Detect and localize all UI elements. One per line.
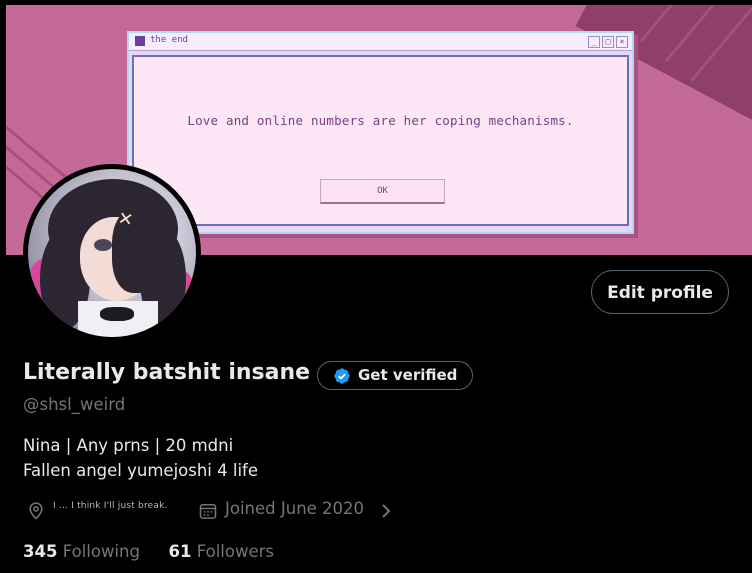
avatar[interactable]: ✕ [23, 164, 201, 342]
dialog-ok-button: OK [320, 179, 445, 204]
avatar-bow [100, 307, 134, 321]
dialog-titlebar: the end _ □ × [129, 33, 632, 51]
verified-badge-icon [334, 368, 350, 384]
banner-edge [0, 0, 752, 5]
location-pin-icon [29, 502, 43, 520]
follow-stats: 345 Following 61 Followers [23, 542, 274, 561]
location-text: I ... I think I'll just break. [53, 501, 168, 511]
avatar-image: ✕ [28, 169, 196, 337]
followers-count: 61 [168, 542, 192, 561]
followers-link[interactable]: 61 Followers [168, 542, 274, 561]
get-verified-button[interactable]: Get verified [317, 361, 473, 390]
following-link[interactable]: 345 Following [23, 542, 145, 561]
following-label: Following [62, 542, 140, 561]
bio-line: Nina | Any prns | 20 mdni [23, 436, 234, 455]
banner-edge [0, 0, 6, 255]
profile-meta: I ... I think I'll just break. Joined Ju… [23, 498, 723, 526]
minimize-icon: _ [588, 36, 600, 48]
maximize-icon: □ [602, 36, 614, 48]
bio-line: Fallen angel yumejoshi 4 life [23, 461, 259, 480]
calendar-icon [199, 504, 217, 519]
dialog-title: the end [150, 35, 188, 45]
display-name: Literally batshit insane [23, 360, 311, 385]
edit-profile-button[interactable]: Edit profile [591, 270, 729, 314]
user-handle: @shsl_weird [23, 395, 126, 414]
followers-label: Followers [196, 542, 274, 561]
bio: Nina | Any prns | 20 mdni Fallen angel y… [23, 433, 258, 483]
joined-date: Joined June 2020 [225, 499, 365, 518]
close-icon: × [616, 36, 628, 48]
avatar-eye [94, 239, 112, 251]
dialog-body: Love and online numbers are her coping m… [132, 55, 629, 226]
get-verified-label: Get verified [358, 366, 458, 384]
chevron-right-icon[interactable] [380, 502, 392, 520]
app-icon [135, 36, 145, 46]
following-count: 345 [23, 542, 58, 561]
retro-dialog-window: the end _ □ × Love and online numbers ar… [127, 31, 634, 234]
dialog-message: Love and online numbers are her coping m… [187, 113, 574, 128]
